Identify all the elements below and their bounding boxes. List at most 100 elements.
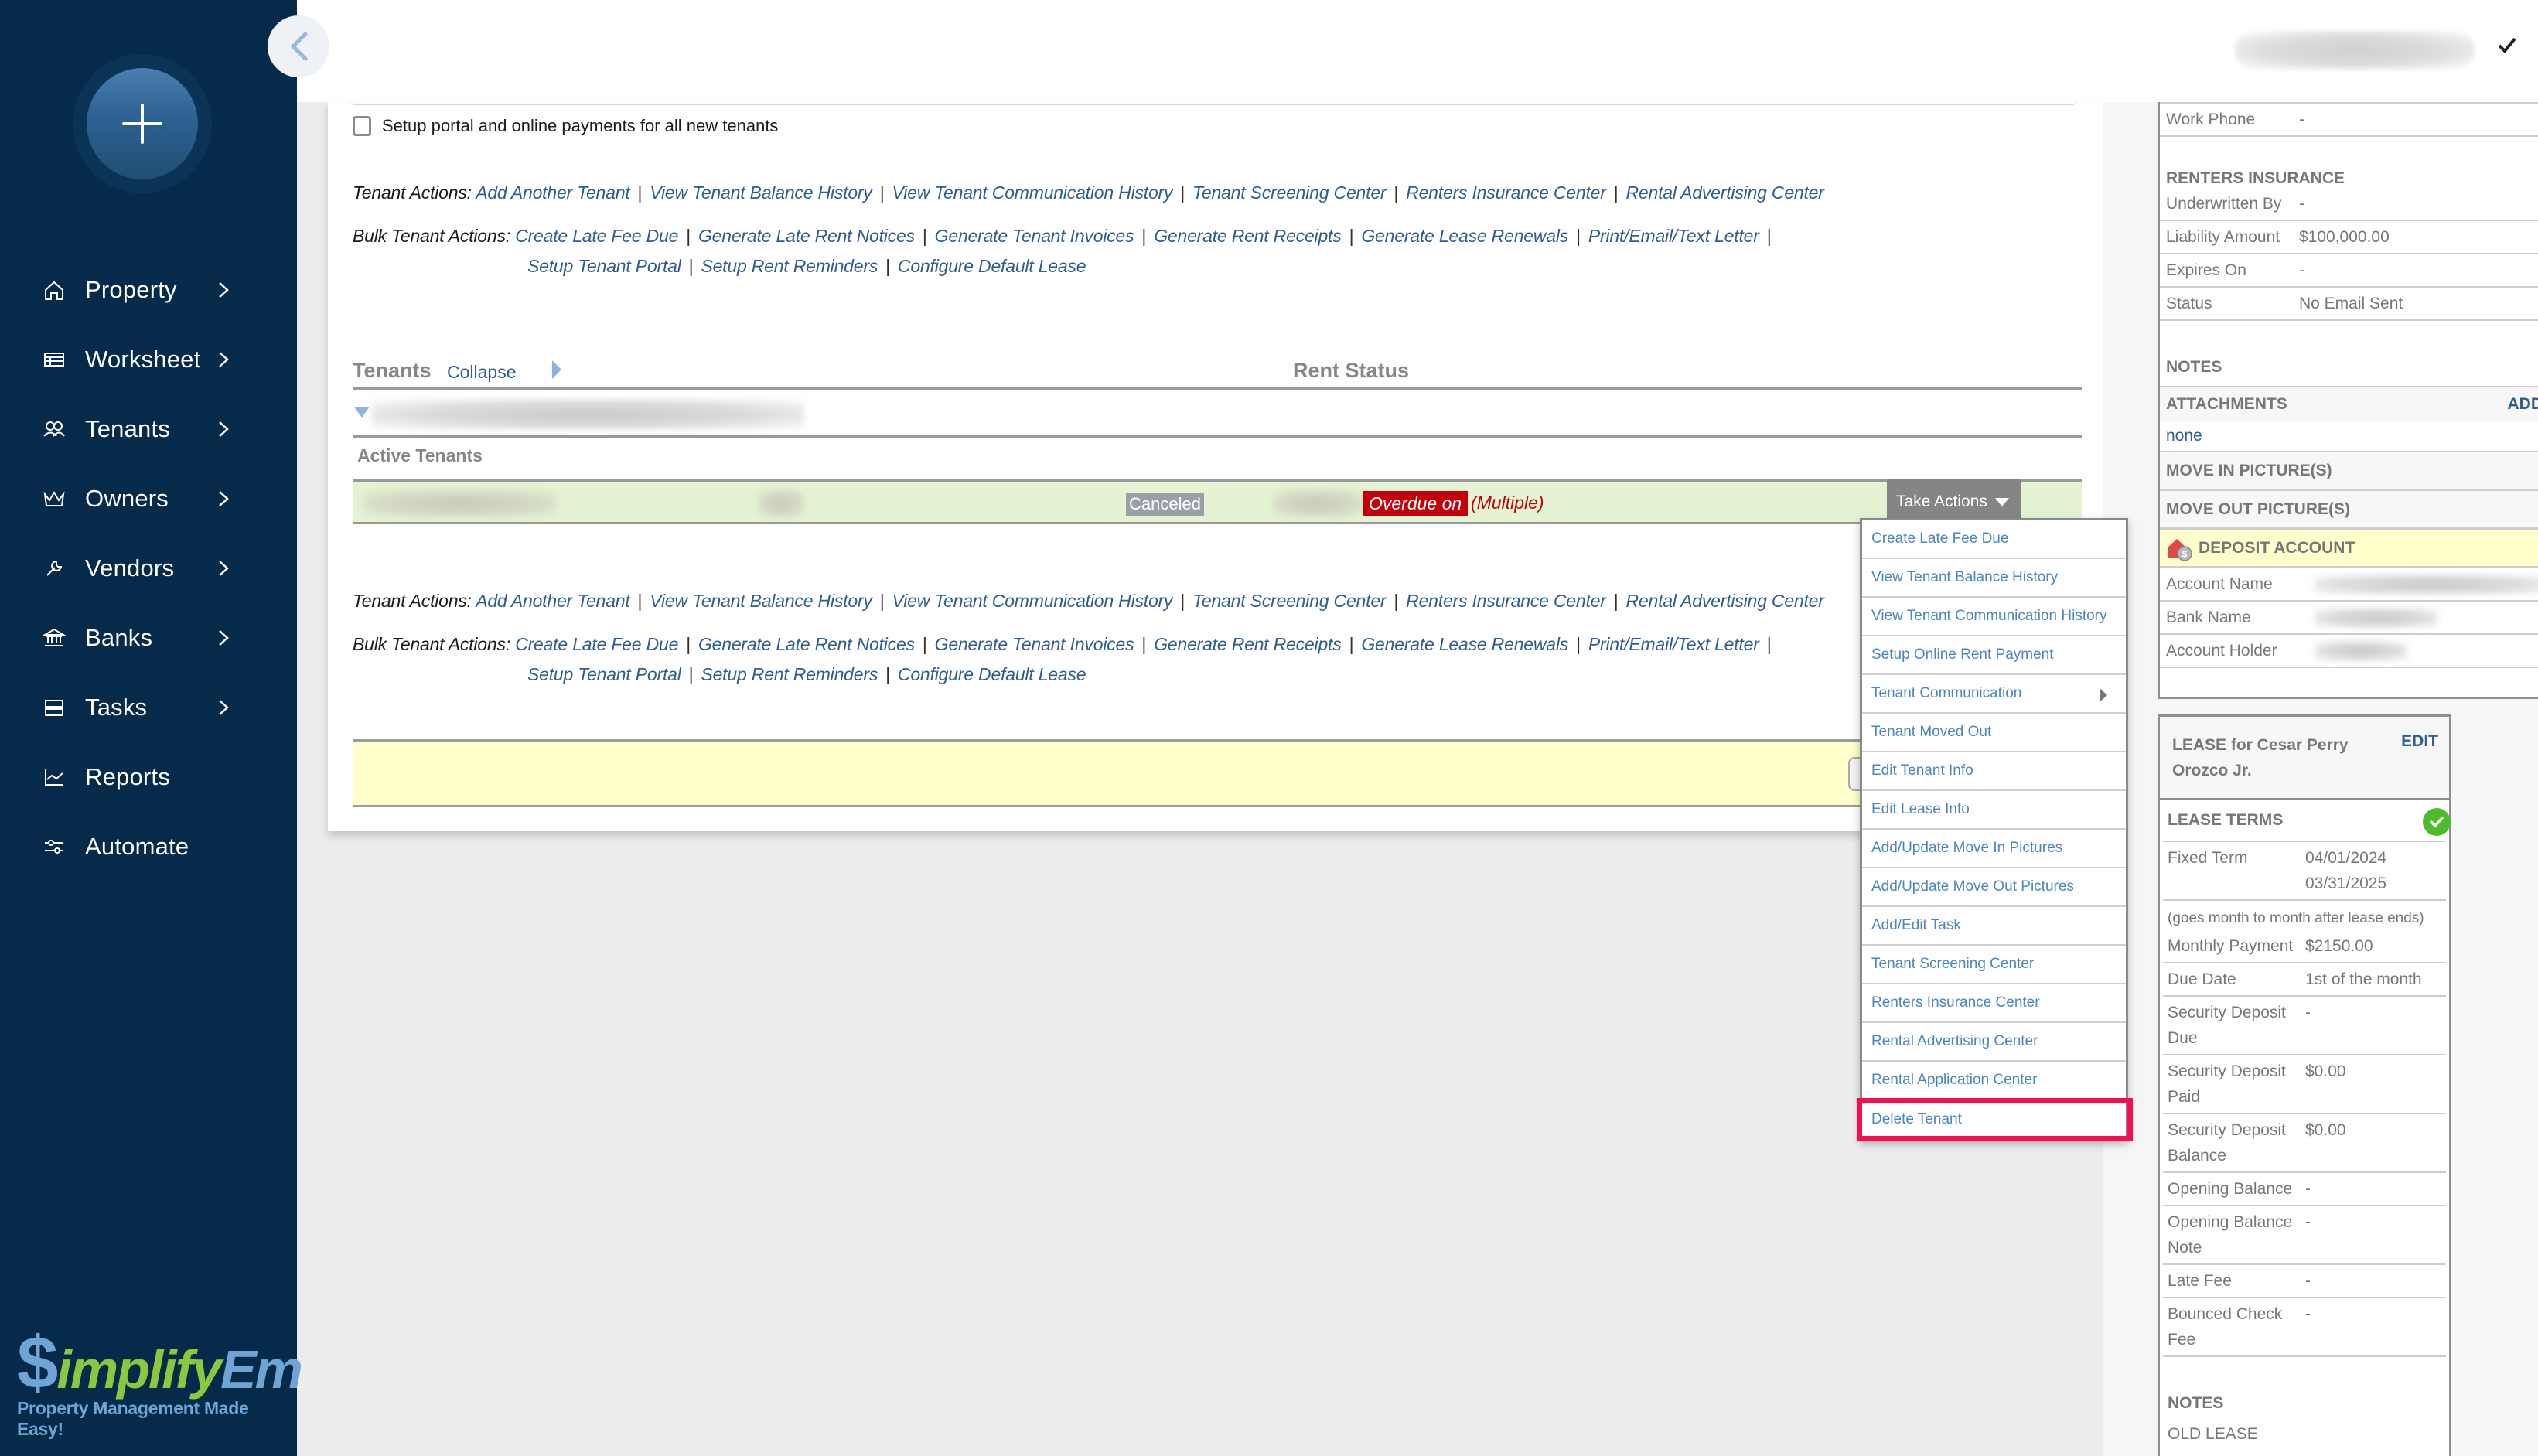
tenant-actions-row: Tenant Actions: Add Another Tenant | View … bbox=[353, 591, 1824, 612]
renters-insurance-center-link[interactable]: Renters Insurance Center bbox=[1406, 182, 1606, 203]
top-bar bbox=[297, 0, 2538, 102]
add-new-button[interactable] bbox=[87, 68, 198, 179]
menu-item-edit-lease-info[interactable]: Edit Lease Info bbox=[1862, 791, 2126, 830]
separator: | bbox=[637, 182, 643, 203]
configure-default-lease-link[interactable]: Configure Default Lease bbox=[898, 664, 1086, 684]
wrench-icon bbox=[40, 554, 68, 582]
separator: | bbox=[686, 226, 691, 246]
menu-item-setup-online-rent-payment[interactable]: Setup Online Rent Payment bbox=[1862, 636, 2126, 675]
portal-setup-checkbox[interactable] bbox=[353, 116, 371, 136]
bulk-actions-row-2: Setup Tenant Portal | Setup Rent Reminders… bbox=[353, 256, 1779, 277]
triangle-down-icon[interactable] bbox=[354, 407, 370, 418]
property-group-row[interactable] bbox=[353, 394, 2082, 438]
menu-item-delete-tenant[interactable]: Delete Tenant bbox=[1857, 1098, 2133, 1141]
print-email-text-letter-link[interactable]: Print/Email/Text Letter bbox=[1588, 226, 1759, 246]
home-icon bbox=[40, 276, 68, 304]
add-another-tenant-link[interactable]: Add Another Tenant bbox=[476, 182, 630, 203]
balance-redacted bbox=[1273, 489, 1363, 517]
sidebar-item-reports[interactable]: Reports bbox=[40, 742, 272, 812]
view-tenant-balance-history-link[interactable]: View Tenant Balance History bbox=[650, 182, 872, 203]
collapse-link[interactable]: Collapse bbox=[447, 362, 517, 383]
menu-item-tenant-moved-out[interactable]: Tenant Moved Out bbox=[1862, 714, 2126, 752]
menu-item-create-late-fee-due[interactable]: Create Late Fee Due bbox=[1862, 520, 2126, 559]
tenant-screening-center-link[interactable]: Tenant Screening Center bbox=[1192, 591, 1386, 611]
tenant-screening-center-link[interactable]: Tenant Screening Center bbox=[1192, 182, 1386, 203]
menu-item-label: View Tenant Communication History bbox=[1871, 608, 2107, 624]
collapse-sidebar-button[interactable] bbox=[268, 15, 329, 77]
add-another-tenant-link[interactable]: Add Another Tenant bbox=[476, 591, 630, 611]
edit-lease-link[interactable]: EDIT bbox=[2401, 732, 2438, 751]
configure-default-lease-link[interactable]: Configure Default Lease bbox=[898, 256, 1086, 276]
menu-item-tenant-screening-center[interactable]: Tenant Screening Center bbox=[1862, 946, 2126, 984]
lease-term-row: Security Deposit Balance $0.00 bbox=[2163, 1114, 2446, 1173]
view-tenant-communication-history-link[interactable]: View Tenant Communication History bbox=[892, 591, 1172, 611]
attachments-none-link[interactable]: none bbox=[2160, 421, 2538, 452]
deposit-account-row: Bank Name bbox=[2160, 602, 2538, 635]
field-value: - bbox=[2299, 261, 2304, 279]
create-late-fee-due-link[interactable]: Create Late Fee Due bbox=[515, 634, 678, 654]
bulk-actions-label: Bulk Tenant Actions: bbox=[353, 634, 510, 654]
menu-item-rental-application-center[interactable]: Rental Application Center bbox=[1862, 1062, 2126, 1100]
sidebar-item-vendors[interactable]: Vendors bbox=[40, 534, 272, 603]
rental-advertising-center-link[interactable]: Rental Advertising Center bbox=[1626, 182, 1824, 203]
overdue-multiple-link[interactable]: (Multiple) bbox=[1471, 493, 1544, 513]
bulk-actions-row: Bulk Tenant Actions: Create Late Fee Due… bbox=[353, 634, 1779, 655]
renters-insurance-row: Status No Email Sent bbox=[2160, 288, 2538, 321]
chevron-right-icon bbox=[219, 630, 229, 646]
menu-item-renters-insurance-center[interactable]: Renters Insurance Center bbox=[1862, 984, 2126, 1023]
renters-insurance-center-link[interactable]: Renters Insurance Center bbox=[1406, 591, 1606, 611]
menu-item-add-edit-task[interactable]: Add/Edit Task bbox=[1862, 907, 2126, 946]
sidebar-item-tenants[interactable]: Tenants bbox=[40, 394, 272, 464]
tenant-row[interactable]: Canceled Overdue on (Multiple) Take Acti… bbox=[353, 479, 2082, 524]
field-value: - bbox=[2305, 1004, 2311, 1021]
generate-rent-receipts-link[interactable]: Generate Rent Receipts bbox=[1154, 226, 1342, 246]
setup-rent-reminders-link[interactable]: Setup Rent Reminders bbox=[701, 256, 878, 276]
add-attachment-link[interactable]: ADD bbox=[2508, 395, 2538, 414]
plus-icon bbox=[122, 104, 162, 144]
redacted-value bbox=[2315, 608, 2438, 628]
lease-term-row: Opening Balance - bbox=[2163, 1173, 2446, 1206]
setup-tenant-portal-link[interactable]: Setup Tenant Portal bbox=[527, 256, 681, 276]
generate-lease-renewals-link[interactable]: Generate Lease Renewals bbox=[1361, 634, 1568, 654]
menu-item-edit-tenant-info[interactable]: Edit Tenant Info bbox=[1862, 752, 2126, 791]
lease-term-row: Late Fee - bbox=[2163, 1265, 2446, 1298]
field-value: $2150.00 bbox=[2305, 937, 2373, 955]
separator: | bbox=[1180, 591, 1185, 611]
menu-item-rental-advertising-center[interactable]: Rental Advertising Center bbox=[1862, 1023, 2126, 1062]
menu-item-add-update-move-out-pictures[interactable]: Add/Update Move Out Pictures bbox=[1862, 868, 2126, 907]
sidebar-item-automate[interactable]: Automate bbox=[40, 812, 272, 881]
menu-item-view-tenant-balance-history[interactable]: View Tenant Balance History bbox=[1862, 559, 2126, 598]
move-in-pictures-section[interactable]: MOVE IN PICTURE(S) bbox=[2160, 452, 2538, 491]
separator: | bbox=[1180, 182, 1185, 203]
move-out-pictures-section[interactable]: MOVE OUT PICTURE(S) bbox=[2160, 491, 2538, 530]
deposit-account-row: Account Holder bbox=[2160, 635, 2538, 668]
separator: | bbox=[1141, 634, 1147, 654]
sidebar-item-label: Worksheet bbox=[85, 346, 201, 373]
separator: | bbox=[1576, 226, 1581, 246]
menu-item-add-update-move-in-pictures[interactable]: Add/Update Move In Pictures bbox=[1862, 830, 2126, 868]
generate-tenant-invoices-link[interactable]: Generate Tenant Invoices bbox=[935, 634, 1134, 654]
generate-late-rent-notices-link[interactable]: Generate Late Rent Notices bbox=[698, 226, 915, 246]
sidebar-item-worksheet[interactable]: Worksheet bbox=[40, 325, 272, 394]
sidebar-item-tasks[interactable]: Tasks bbox=[40, 673, 272, 742]
rental-advertising-center-link[interactable]: Rental Advertising Center bbox=[1626, 591, 1824, 611]
create-late-fee-due-link[interactable]: Create Late Fee Due bbox=[515, 226, 678, 246]
separator: | bbox=[1576, 634, 1581, 654]
menu-item-tenant-communication[interactable]: Tenant Communication bbox=[1862, 675, 2126, 714]
menu-item-view-tenant-communication-history[interactable]: View Tenant Communication History bbox=[1862, 598, 2126, 636]
sidebar-item-owners[interactable]: Owners bbox=[40, 464, 272, 534]
print-email-text-letter-link[interactable]: Print/Email/Text Letter bbox=[1588, 634, 1759, 654]
user-account-menu[interactable] bbox=[2235, 31, 2475, 70]
setup-rent-reminders-link[interactable]: Setup Rent Reminders bbox=[701, 664, 878, 684]
sidebar-item-property[interactable]: Property bbox=[40, 255, 272, 325]
generate-tenant-invoices-link[interactable]: Generate Tenant Invoices bbox=[935, 226, 1134, 246]
view-tenant-balance-history-link[interactable]: View Tenant Balance History bbox=[650, 591, 872, 611]
generate-late-rent-notices-link[interactable]: Generate Late Rent Notices bbox=[698, 634, 915, 654]
renters-insurance-row: Expires On - bbox=[2160, 254, 2538, 288]
setup-tenant-portal-link[interactable]: Setup Tenant Portal bbox=[527, 664, 681, 684]
generate-lease-renewals-link[interactable]: Generate Lease Renewals bbox=[1361, 226, 1568, 246]
generate-rent-receipts-link[interactable]: Generate Rent Receipts bbox=[1154, 634, 1342, 654]
sidebar-item-banks[interactable]: Banks bbox=[40, 603, 272, 673]
view-tenant-communication-history-link[interactable]: View Tenant Communication History bbox=[892, 182, 1172, 203]
chevron-right-icon bbox=[219, 700, 229, 715]
